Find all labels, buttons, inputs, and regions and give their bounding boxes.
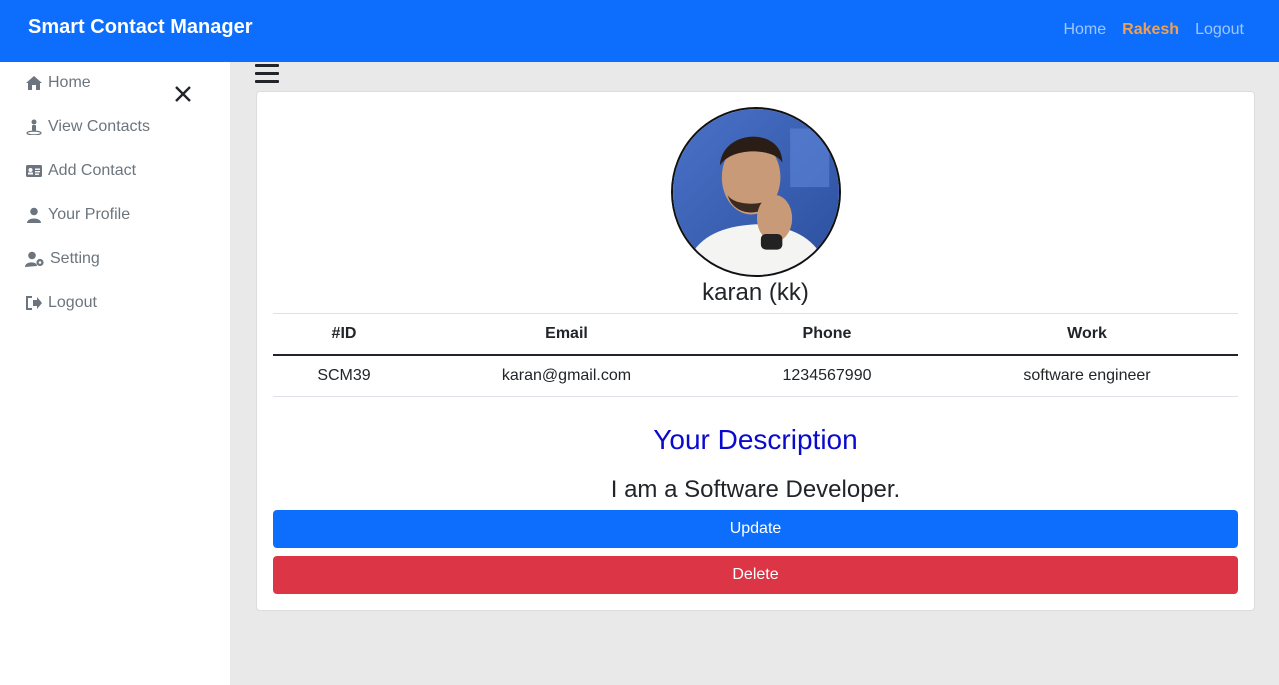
description-text: I am a Software Developer. [610, 476, 901, 503]
close-icon[interactable] [173, 84, 193, 104]
contact-info-table: #ID Email Phone Work SCM39 karan@gmail.c… [273, 313, 1238, 397]
home-icon [26, 76, 42, 90]
nav-home-link[interactable]: Home [1063, 21, 1106, 39]
navbar: Smart Contact Manager Home Rakesh Logout [0, 0, 1279, 62]
id-card-icon [26, 165, 42, 177]
table-header-row: #ID Email Phone Work [273, 313, 1238, 356]
sidebar-item-setting[interactable]: Setting [25, 250, 100, 268]
sidebar-item-view-contacts[interactable]: View Contacts [25, 118, 150, 136]
column-header-phone: Phone [718, 313, 936, 356]
cell-id: SCM39 [273, 354, 415, 397]
cell-email: karan@gmail.com [415, 354, 718, 397]
description-heading: Your Description [653, 424, 858, 455]
sidebar-item-label: Logout [48, 294, 97, 311]
table-row: SCM39 karan@gmail.com 1234567990 softwar… [273, 354, 1238, 397]
contact-avatar [671, 107, 841, 277]
nav-logout-link[interactable]: Logout [1195, 21, 1244, 39]
nav-links: Home Rakesh Logout [1063, 21, 1244, 39]
cell-phone: 1234567990 [718, 354, 936, 397]
sidebar-item-add-contact[interactable]: Add Contact [25, 162, 136, 180]
brand-title[interactable]: Smart Contact Manager [28, 16, 253, 39]
menu-toggle-icon[interactable] [255, 64, 279, 86]
sidebar-item-label: Setting [50, 250, 100, 267]
column-header-id: #ID [273, 313, 415, 356]
nav-user-link[interactable]: Rakesh [1122, 21, 1179, 39]
update-button[interactable]: Update [273, 510, 1238, 548]
sidebar: Home View Contacts Add Contact Your Prof… [0, 62, 230, 685]
column-header-email: Email [415, 313, 718, 356]
sidebar-item-label: View Contacts [48, 118, 150, 135]
user-cog-icon [25, 251, 44, 267]
sign-out-icon [26, 296, 42, 310]
sidebar-item-label: Add Contact [48, 162, 137, 179]
cell-work: software engineer [936, 354, 1238, 397]
sidebar-item-home[interactable]: Home [25, 74, 91, 92]
user-icon [27, 207, 41, 223]
contact-name: karan (kk) [702, 279, 809, 306]
sidebar-item-logout[interactable]: Logout [25, 294, 97, 312]
delete-button[interactable]: Delete [273, 556, 1238, 594]
sidebar-item-label: Your Profile [48, 206, 131, 223]
sidebar-item-label: Home [48, 74, 91, 91]
contacts-icon [26, 119, 42, 135]
sidebar-item-your-profile[interactable]: Your Profile [25, 206, 130, 224]
column-header-work: Work [936, 313, 1238, 356]
